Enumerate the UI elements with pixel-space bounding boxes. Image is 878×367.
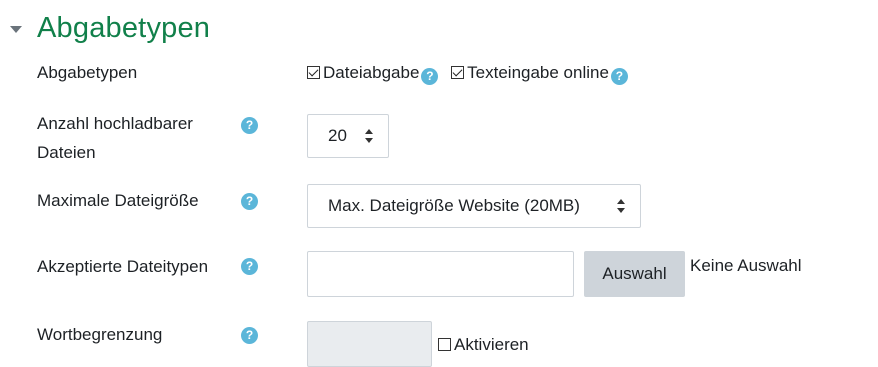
enable-word-limit-option[interactable]: Aktivieren: [438, 332, 529, 358]
max-files-label-line1: Anzahl hochladbarer: [37, 114, 193, 133]
accepted-types-label: Akzeptierte Dateitypen: [37, 257, 209, 276]
help-icon[interactable]: ?: [241, 327, 258, 344]
max-files-value: 20: [328, 126, 347, 145]
help-icon[interactable]: ?: [241, 258, 258, 275]
file-submission-label: Dateiabgabe: [323, 63, 420, 82]
word-limit-input: [307, 321, 432, 367]
help-icon[interactable]: ?: [241, 193, 258, 210]
sort-caret-icon: [616, 199, 626, 213]
enable-word-limit-checkbox[interactable]: [438, 338, 451, 351]
online-text-label: Texteingabe online: [467, 63, 609, 82]
enable-word-limit-label: Aktivieren: [454, 335, 529, 354]
submission-types-label: Abgabetypen: [37, 63, 138, 82]
online-text-checkbox[interactable]: [451, 66, 465, 79]
max-files-select[interactable]: 20: [307, 114, 389, 158]
max-size-select[interactable]: Max. Dateigröße Website (20MB): [307, 184, 641, 228]
file-submission-checkbox[interactable]: [307, 66, 320, 79]
sort-caret-icon: [364, 129, 374, 143]
help-icon[interactable]: ?: [421, 68, 439, 85]
help-icon[interactable]: ?: [610, 68, 628, 85]
selection-status: Keine Auswahl: [690, 256, 802, 275]
max-size-value: Max. Dateigröße Website (20MB): [328, 196, 580, 215]
online-text-option[interactable]: Texteingabe online?: [451, 63, 628, 85]
word-limit-label: Wortbegrenzung: [37, 325, 163, 344]
caret-down-icon[interactable]: [10, 25, 22, 33]
choose-types-button[interactable]: Auswahl: [584, 251, 685, 297]
help-icon[interactable]: ?: [241, 117, 258, 134]
section-header[interactable]: Abgabetypen: [10, 8, 210, 48]
max-files-label-line2: Dateien: [37, 143, 96, 162]
accepted-types-input[interactable]: [307, 251, 574, 297]
file-submission-option[interactable]: Dateiabgabe?: [307, 63, 439, 85]
submission-types-options: Dateiabgabe? Texteingabe online?: [307, 60, 636, 86]
max-files-label: Anzahl hochladbarer Dateien: [37, 109, 193, 167]
max-size-label: Maximale Dateigröße: [37, 191, 199, 210]
section-title: Abgabetypen: [37, 11, 211, 44]
